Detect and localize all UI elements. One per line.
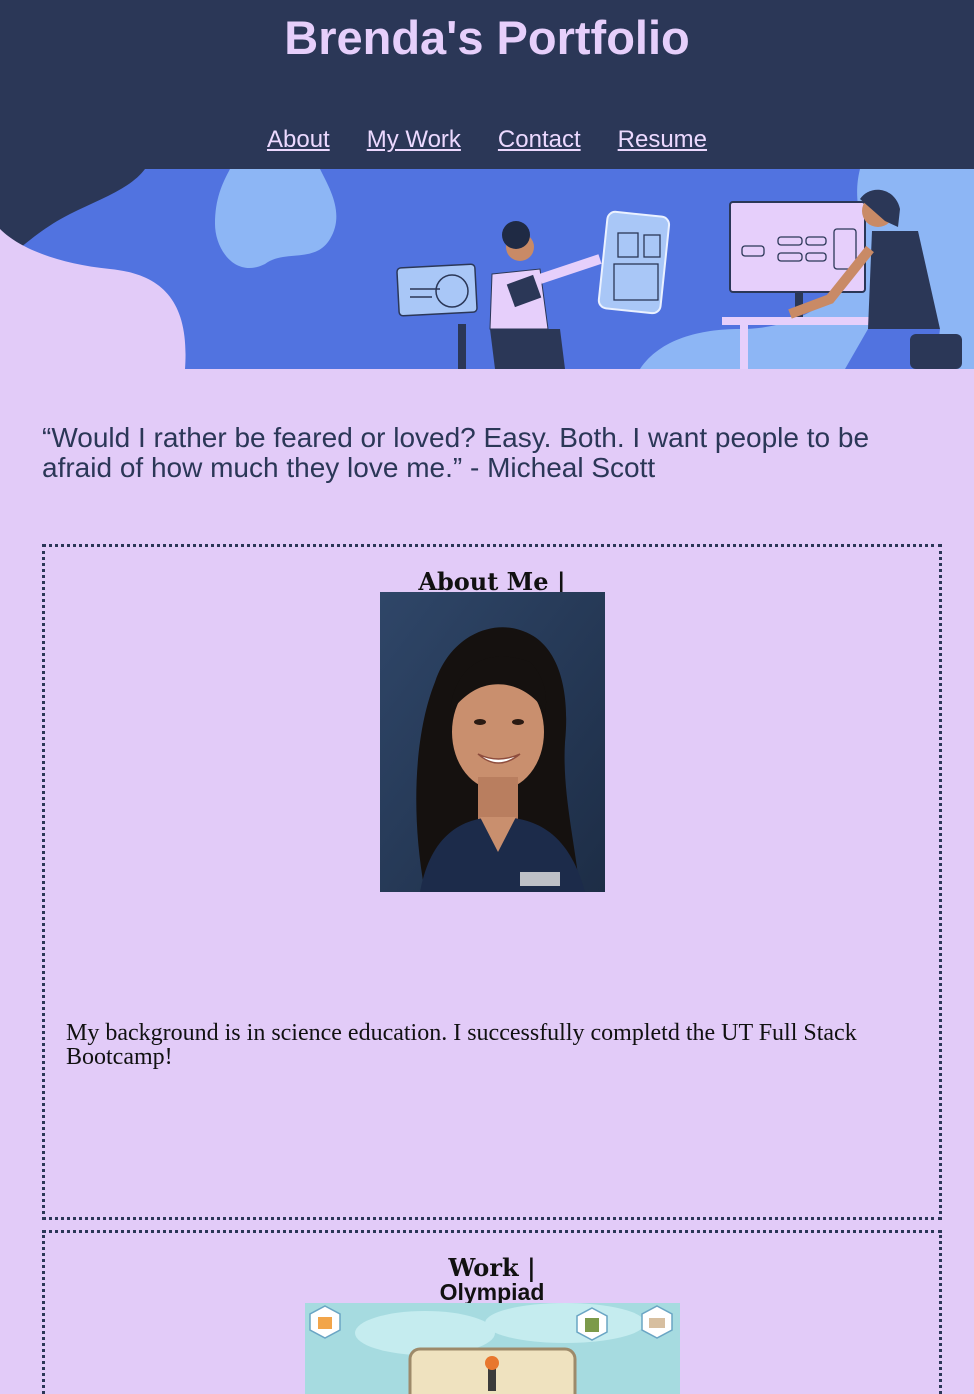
project-title: Olympiad <box>439 1279 545 1305</box>
about-bio-text: My background is in science education. I… <box>66 1020 857 1070</box>
about-section: About Me | My background is in science e… <box>42 544 942 1220</box>
site-title: Brenda's Portfolio <box>284 11 690 64</box>
work-title: Work | <box>448 1253 536 1282</box>
nav-link-contact[interactable]: Contact <box>498 126 581 154</box>
nav-link-my-work[interactable]: My Work <box>367 126 461 154</box>
nav-link-resume[interactable]: Resume <box>618 126 707 154</box>
project-screenshot-olympiad[interactable] <box>305 1303 680 1394</box>
main-nav: About My Work Contact Resume <box>0 126 974 154</box>
work-section: Work | Olympiad <box>42 1230 942 1394</box>
profile-photo <box>380 592 605 892</box>
quote-text: “Would I rather be feared or loved? Easy… <box>42 422 870 483</box>
hero-banner-image <box>0 169 974 369</box>
site-header: Brenda's Portfolio About My Work Contact… <box>0 0 974 169</box>
nav-link-about[interactable]: About <box>267 126 330 154</box>
